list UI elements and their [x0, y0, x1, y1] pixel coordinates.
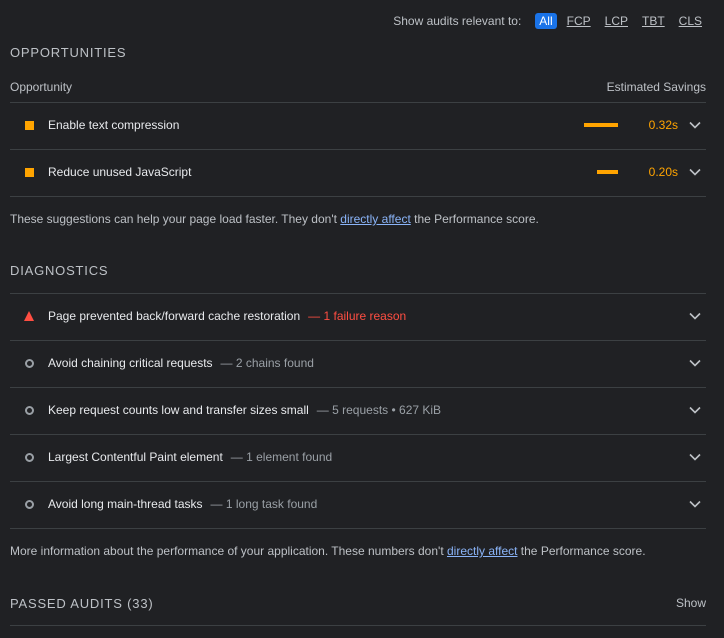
diagnostic-detail: — 1 long task found — [210, 497, 318, 511]
opportunity-row-text-compression[interactable]: Enable text compression 0.32s — [10, 102, 706, 148]
diagnostic-title: Keep request counts low and transfer siz… — [48, 403, 309, 417]
divider — [10, 625, 706, 626]
diagnostic-detail: — 2 chains found — [220, 356, 314, 370]
divider — [10, 196, 706, 197]
fail-triangle-icon — [10, 311, 48, 321]
filter-label: Show audits relevant to: — [393, 14, 522, 28]
opportunities-note: These suggestions can help your page loa… — [10, 212, 706, 226]
diagnostic-title: Page prevented back/forward cache restor… — [48, 309, 301, 323]
savings-bar — [597, 170, 618, 174]
note-text: These suggestions can help your page loa… — [10, 212, 341, 226]
chevron-down-icon[interactable] — [684, 312, 706, 320]
diagnostics-heading: DIAGNOSTICS — [10, 263, 109, 278]
opportunity-title: Reduce unused JavaScript — [48, 165, 192, 179]
show-passed-audits-toggle[interactable]: Show — [676, 596, 706, 610]
diagnostic-row-lcp-element[interactable]: Largest Contentful Paint element — 1 ele… — [10, 434, 706, 480]
diagnostics-note: More information about the performance o… — [10, 544, 706, 558]
note-text: More information about the performance o… — [10, 544, 447, 558]
diagnostic-detail: — 1 failure reason — [308, 309, 407, 323]
informative-circle-icon — [10, 358, 48, 368]
savings-bar — [584, 123, 618, 127]
chevron-down-icon[interactable] — [684, 121, 706, 129]
diagnostic-detail: — 5 requests • 627 KiB — [316, 403, 442, 417]
diagnostic-row-critical-requests[interactable]: Avoid chaining critical requests — 2 cha… — [10, 340, 706, 386]
estimated-savings-column-label: Estimated Savings — [606, 80, 706, 94]
chevron-down-icon[interactable] — [684, 406, 706, 414]
diagnostic-row-long-tasks[interactable]: Avoid long main-thread tasks — 1 long ta… — [10, 481, 706, 527]
directly-affect-link[interactable]: directly affect — [340, 212, 410, 226]
average-square-icon — [10, 167, 48, 177]
opportunity-column-label: Opportunity — [10, 80, 73, 94]
chevron-down-icon[interactable] — [684, 453, 706, 461]
informative-circle-icon — [10, 405, 48, 415]
filter-chip-lcp[interactable]: LCP — [601, 13, 632, 29]
diagnostic-row-request-counts[interactable]: Keep request counts low and transfer siz… — [10, 387, 706, 433]
filter-chip-cls[interactable]: CLS — [675, 13, 706, 29]
informative-circle-icon — [10, 452, 48, 462]
directly-affect-link[interactable]: directly affect — [447, 544, 517, 558]
chevron-down-icon[interactable] — [684, 168, 706, 176]
passed-audits-header[interactable]: PASSED AUDITS (33) Show — [10, 594, 706, 612]
opportunity-row-unused-javascript[interactable]: Reduce unused JavaScript 0.20s — [10, 149, 706, 195]
average-square-icon — [10, 120, 48, 130]
passed-audits-heading: PASSED AUDITS (33) — [10, 595, 154, 611]
opportunities-column-header: Opportunity Estimated Savings — [10, 80, 706, 102]
audit-filter-bar: Show audits relevant to: All FCP LCP TBT… — [393, 13, 706, 29]
opportunity-title: Enable text compression — [48, 118, 180, 132]
filter-chip-fcp[interactable]: FCP — [563, 13, 595, 29]
savings-value: 0.32s — [648, 118, 678, 132]
filter-chip-tbt[interactable]: TBT — [638, 13, 669, 29]
note-text: the Performance score. — [410, 212, 539, 226]
diagnostic-row-bfcache[interactable]: Page prevented back/forward cache restor… — [10, 293, 706, 339]
diagnostic-title: Largest Contentful Paint element — [48, 450, 223, 464]
informative-circle-icon — [10, 499, 48, 509]
diagnostic-title: Avoid long main-thread tasks — [48, 497, 203, 511]
filter-chip-all[interactable]: All — [535, 13, 557, 29]
note-text: the Performance score. — [517, 544, 646, 558]
diagnostic-title: Avoid chaining critical requests — [48, 356, 213, 370]
chevron-down-icon[interactable] — [684, 500, 706, 508]
diagnostic-detail: — 1 element found — [230, 450, 333, 464]
chevron-down-icon[interactable] — [684, 359, 706, 367]
savings-value: 0.20s — [648, 165, 678, 179]
divider — [10, 528, 706, 529]
opportunities-heading: OPPORTUNITIES — [10, 45, 127, 60]
